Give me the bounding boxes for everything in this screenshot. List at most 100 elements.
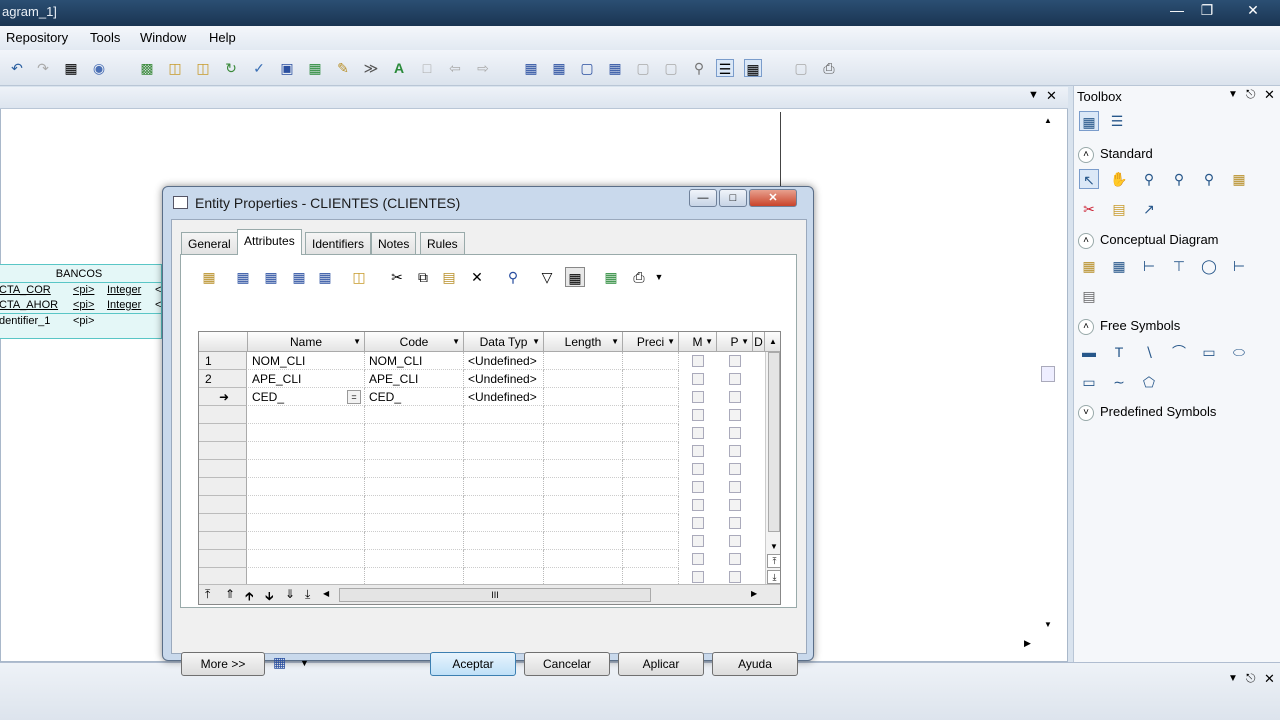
apply-button[interactable]: Aplicar <box>618 652 704 676</box>
cell-length[interactable] <box>544 370 623 388</box>
cell-length[interactable] <box>544 352 623 370</box>
mandatory-checkbox[interactable] <box>692 571 704 583</box>
help-button[interactable]: Ayuda <box>712 652 798 676</box>
cell-type[interactable]: <Undefined> <box>464 388 544 406</box>
hscroll-right-icon[interactable]: ▶ <box>751 589 757 598</box>
tab-rules[interactable]: Rules <box>420 232 465 254</box>
dialog-minimize-icon[interactable]: — <box>689 189 717 207</box>
add-row-icon[interactable]: ▦ <box>233 267 253 287</box>
output-dropdown-icon[interactable]: ▼ <box>1228 673 1238 684</box>
cell-code[interactable]: CED_ <box>365 388 464 406</box>
rounded-rect-icon[interactable]: ▭ <box>1079 372 1099 392</box>
grid-scroll-down-icon[interactable]: ▼ <box>770 542 778 551</box>
maximize-icon[interactable]: ❐ <box>1192 0 1222 20</box>
menu-tools[interactable]: Tools <box>90 30 120 45</box>
primary-checkbox[interactable] <box>729 355 741 367</box>
more-button[interactable]: More >> <box>181 652 265 676</box>
chevron-down-icon[interactable]: ▼ <box>532 332 540 352</box>
cell-code[interactable]: APE_CLI <box>365 370 464 388</box>
group-icon[interactable]: ▦ <box>606 59 624 77</box>
mandatory-checkbox[interactable] <box>692 481 704 493</box>
mandatory-checkbox[interactable] <box>692 391 704 403</box>
undo-icon[interactable]: ↶ <box>8 59 26 77</box>
align-icon[interactable]: ▦ <box>522 59 540 77</box>
delete-icon[interactable]: ✕ <box>467 267 487 287</box>
cell-code[interactable]: NOM_CLI <box>365 352 464 370</box>
cell-prec[interactable] <box>623 460 679 478</box>
column-header-primary[interactable]: P ▼ <box>717 332 753 352</box>
cell-prec[interactable] <box>623 550 679 568</box>
cell-name[interactable] <box>248 460 365 478</box>
cut-icon[interactable]: ✂ <box>387 267 407 287</box>
mandatory-checkbox[interactable] <box>692 553 704 565</box>
tab-general[interactable]: General <box>181 232 238 254</box>
link-tool-icon[interactable]: ↗ <box>1139 199 1159 219</box>
dialog-close-icon[interactable]: ✕ <box>749 189 797 207</box>
move-top-icon[interactable]: ⤒ <box>205 587 210 602</box>
cell-code[interactable] <box>365 424 464 442</box>
toolbox-close-icon[interactable]: ✕ <box>1264 87 1275 103</box>
entity-tool-icon[interactable]: ▦ <box>1109 256 1129 276</box>
row-header[interactable]: 2 <box>199 370 247 388</box>
column-header-length[interactable]: Length ▼ <box>544 332 623 352</box>
ungroup-icon[interactable]: ▢ <box>634 59 652 77</box>
list-view-icon[interactable]: ☰ <box>716 59 734 77</box>
mandatory-checkbox[interactable] <box>692 517 704 529</box>
shape-icon[interactable]: ▬ <box>1079 342 1099 362</box>
cell-prec[interactable] <box>623 514 679 532</box>
grid-scroll-up-icon[interactable]: ▲ <box>765 332 780 352</box>
properties-icon[interactable]: ▦ <box>62 59 80 77</box>
text-icon[interactable]: A <box>390 59 408 77</box>
cell-length[interactable] <box>544 550 623 568</box>
grid-vscroll-thumb[interactable] <box>768 352 780 532</box>
cell-code[interactable] <box>365 514 464 532</box>
primary-checkbox[interactable] <box>729 499 741 511</box>
column-header-precision[interactable]: Preci ▼ <box>623 332 679 352</box>
diagram-vscrollbar[interactable]: ▲ ▼ <box>1040 112 1058 637</box>
customize-columns-icon[interactable]: ▦ <box>565 267 585 287</box>
menu-repository[interactable]: Repository <box>6 30 68 45</box>
scissors-icon[interactable]: ✂ <box>1079 199 1099 219</box>
row-header[interactable] <box>199 424 247 442</box>
cell-type[interactable] <box>464 460 544 478</box>
mandatory-checkbox[interactable] <box>692 445 704 457</box>
format-icon[interactable]: ≫ <box>362 59 380 77</box>
link-icon[interactable]: ▢ <box>662 59 680 77</box>
cell-code[interactable] <box>365 550 464 568</box>
relationship-tool-icon[interactable]: ⊢ <box>1139 256 1159 276</box>
primary-checkbox[interactable] <box>729 517 741 529</box>
column-header-data-type[interactable]: Data Typ ▼ <box>464 332 544 352</box>
cell-type[interactable] <box>464 496 544 514</box>
arc-icon[interactable]: ⌒ <box>1169 342 1189 362</box>
association-tool-icon[interactable]: ◯ <box>1199 256 1219 276</box>
cell-prec[interactable] <box>623 406 679 424</box>
primary-checkbox[interactable] <box>729 445 741 457</box>
package-tool-icon[interactable]: ▦ <box>1079 256 1099 276</box>
close-icon[interactable]: ✕ <box>1238 0 1268 20</box>
cell-type[interactable] <box>464 406 544 424</box>
redo-icon[interactable]: ↷ <box>34 59 52 77</box>
move-page-down-icon[interactable]: ⇓ <box>285 587 295 601</box>
filter-icon[interactable]: ▽ <box>537 267 557 287</box>
zoom-icon[interactable]: ⚲ <box>690 59 708 77</box>
print-icon[interactable]: ⎙ <box>820 59 838 77</box>
row-header[interactable] <box>199 550 247 568</box>
paste-icon[interactable]: ▤ <box>439 267 459 287</box>
tab-notes[interactable]: Notes <box>371 232 417 254</box>
list-view-icon[interactable]: ☰ <box>1107 111 1127 131</box>
chevron-down-icon[interactable]: ▼ <box>611 332 619 352</box>
row-header[interactable]: 1 <box>199 352 247 370</box>
print-icon[interactable]: ⎙ <box>629 267 649 287</box>
move-up-icon[interactable]: 🡱 <box>245 587 254 604</box>
cell-prec[interactable] <box>623 388 679 406</box>
cell-length[interactable] <box>544 532 623 550</box>
chevron-down-icon[interactable]: ▼ <box>741 332 749 352</box>
size-icon[interactable]: ▢ <box>578 59 596 77</box>
menu-window[interactable]: Window <box>140 30 186 45</box>
row-header[interactable] <box>199 496 247 514</box>
pin-icon[interactable]: ⎋ <box>1246 87 1256 102</box>
row-header[interactable] <box>199 460 247 478</box>
add-attribute-icon[interactable]: ▦ <box>289 267 309 287</box>
toolbox-dropdown-icon[interactable]: ▼ <box>1228 89 1238 100</box>
back-arrow-icon[interactable]: ⇦ <box>446 59 464 77</box>
